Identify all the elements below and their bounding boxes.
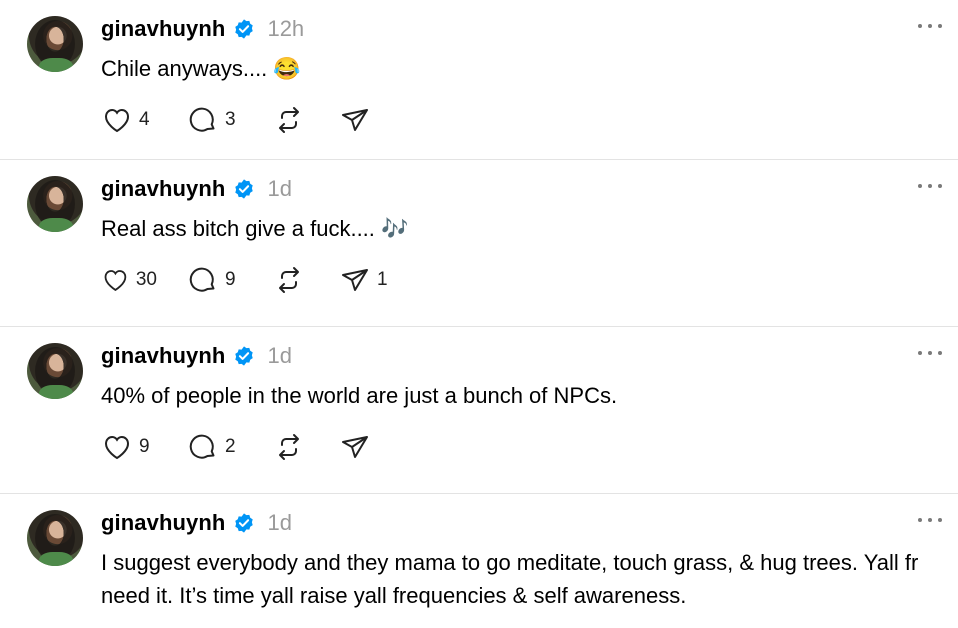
post-time: 1d — [267, 176, 292, 201]
more-options-icon[interactable] — [918, 514, 942, 526]
like-count: 30 — [135, 269, 157, 290]
send-icon — [342, 269, 368, 291]
post-time: 1d — [267, 510, 292, 535]
post-text: Chile anyways.... 😂 — [101, 56, 301, 81]
like-button[interactable]: 30 — [101, 264, 157, 296]
avatar[interactable] — [27, 343, 83, 399]
like-button[interactable]: 9 — [101, 431, 157, 463]
share-button[interactable]: 1 — [339, 264, 388, 296]
reply-count: 2 — [225, 436, 236, 457]
avatar[interactable] — [27, 176, 83, 232]
like-count: 9 — [139, 436, 150, 457]
repost-icon — [279, 107, 299, 133]
like-count: 4 — [139, 109, 150, 130]
repost-icon — [279, 434, 299, 460]
post-text: 40% of people in the world are just a bu… — [101, 383, 618, 408]
verified-badge-icon — [235, 19, 254, 39]
post-time: 12h — [267, 16, 305, 41]
share-button[interactable] — [339, 104, 377, 136]
threads-feed: ginavhuynh 12h Chile anyways.... 😂 4 3 g… — [0, 0, 958, 620]
heart-icon — [104, 108, 130, 133]
reply-count: 3 — [225, 109, 236, 130]
username[interactable]: ginavhuynh — [101, 176, 225, 202]
verified-badge-icon — [235, 179, 254, 199]
username[interactable]: ginavhuynh — [101, 343, 225, 369]
like-button[interactable]: 4 — [101, 104, 157, 136]
heart-icon — [104, 435, 130, 460]
share-button[interactable] — [339, 431, 377, 463]
repost-button[interactable] — [273, 431, 313, 463]
post-actions: 4 3 — [101, 104, 407, 136]
repost-button[interactable] — [273, 104, 313, 136]
post-text: I suggest everybody and they mama to go … — [101, 550, 919, 608]
post-header: ginavhuynh 12h — [101, 14, 304, 44]
verified-badge-icon — [235, 513, 254, 533]
repost-button[interactable] — [273, 264, 313, 296]
send-icon — [342, 436, 368, 458]
more-options-icon[interactable] — [918, 347, 942, 359]
more-options-icon[interactable] — [918, 20, 942, 32]
username[interactable]: ginavhuynh — [101, 16, 225, 42]
post-time: 1d — [267, 343, 292, 368]
post: ginavhuynh 12h Chile anyways.... 😂 4 3 — [0, 0, 958, 160]
reply-button[interactable]: 3 — [187, 104, 243, 136]
verified-badge-icon — [235, 346, 254, 366]
post-header: ginavhuynh 1d — [101, 508, 292, 538]
speech-bubble-icon — [189, 107, 215, 132]
reply-button[interactable]: 2 — [187, 431, 243, 463]
reply-count: 9 — [225, 269, 236, 290]
post-header: ginavhuynh 1d — [101, 174, 292, 204]
post-actions: 9 2 — [101, 431, 407, 463]
reply-button[interactable]: 9 — [187, 264, 243, 296]
post: ginavhuynh 1d Real ass bitch give a fuck… — [0, 160, 958, 327]
speech-bubble-icon — [189, 267, 215, 292]
avatar[interactable] — [27, 510, 83, 566]
avatar[interactable] — [27, 16, 83, 72]
post: ginavhuynh 1d 40% of people in the world… — [0, 327, 958, 494]
heart-icon — [104, 270, 127, 291]
post-text: Real ass bitch give a fuck.... 🎶 — [101, 216, 409, 241]
more-options-icon[interactable] — [918, 180, 942, 192]
speech-bubble-icon — [189, 434, 215, 459]
username[interactable]: ginavhuynh — [101, 510, 225, 536]
post-actions: 30 9 1 — [101, 264, 418, 296]
post: ginavhuynh 1d I suggest everybody and th… — [0, 494, 958, 620]
post-header: ginavhuynh 1d — [101, 341, 292, 371]
send-icon — [342, 109, 368, 131]
share-count: 1 — [377, 269, 388, 290]
repost-icon — [279, 267, 299, 293]
